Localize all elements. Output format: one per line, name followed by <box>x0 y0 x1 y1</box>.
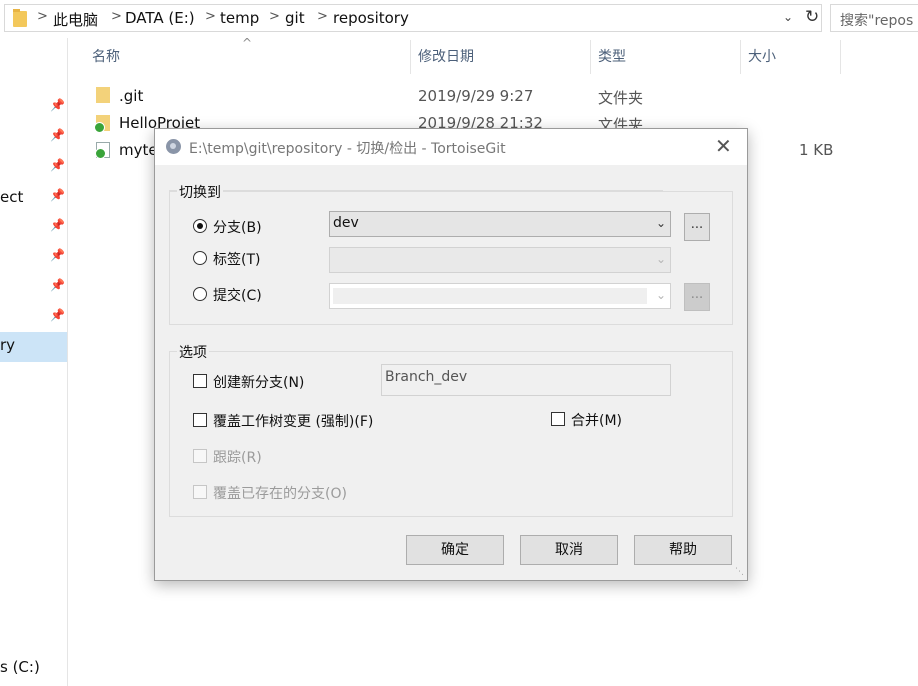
commit-browse-button[interactable]: ... <box>684 283 710 311</box>
file-name[interactable]: myte <box>119 141 158 159</box>
close-icon[interactable]: ✕ <box>715 134 732 158</box>
group-divider <box>169 190 663 191</box>
switch-to-label: 切换到 <box>177 182 223 202</box>
git-file-icon <box>95 142 110 159</box>
tag-radio[interactable] <box>193 251 207 265</box>
folder-icon <box>13 9 27 27</box>
branch-radio[interactable] <box>193 219 207 233</box>
folder-icon <box>96 87 110 103</box>
dialog-title: E:\temp\git\repository - 切换/检出 - Tortois… <box>189 141 506 157</box>
pin-icon: 📌 <box>50 308 65 322</box>
breadcrumb-git[interactable]: git <box>285 9 305 27</box>
pin-icon: 📌 <box>50 188 65 202</box>
git-folder-icon <box>94 115 110 133</box>
merge-label[interactable]: 合并(M) <box>571 410 622 430</box>
nav-item-drive-c[interactable]: s (C:) <box>0 658 40 676</box>
tortoisegit-icon <box>166 139 181 154</box>
chevron-down-icon: ⌄ <box>655 288 666 302</box>
search-placeholder: 搜索"repos <box>840 13 914 29</box>
nav-item-repository[interactable]: ry <box>0 336 15 354</box>
refresh-icon[interactable]: ↻ <box>805 7 819 27</box>
address-bar-area: > 此电脑 > DATA (E:) > temp > git > reposit… <box>0 0 918 38</box>
branch-select-value: dev <box>333 215 359 231</box>
branch-select[interactable]: dev ⌄ <box>329 211 671 237</box>
git-status-overlay-icon <box>95 148 106 159</box>
chevron-down-icon: ⌄ <box>655 252 666 266</box>
navigation-pane: 📌 📌 📌 📌 📌 📌 📌 📌 ect ry s (C:) <box>0 38 68 686</box>
dialog-title-bar[interactable]: E:\temp\git\repository - 切换/检出 - Tortois… <box>155 129 747 165</box>
file-date: 2019/9/29 9:27 <box>418 87 534 105</box>
options-label: 选项 <box>177 342 209 362</box>
chevron-right-icon[interactable]: > <box>37 9 48 24</box>
breadcrumb-repository[interactable]: repository <box>333 9 409 27</box>
override-branch-label: 覆盖已存在的分支(O) <box>213 486 347 502</box>
pin-icon: 📌 <box>50 158 65 172</box>
ok-button[interactable]: 确定 <box>406 535 504 565</box>
override-changes-checkbox[interactable] <box>193 413 207 427</box>
chevron-right-icon[interactable]: > <box>269 9 280 24</box>
pin-icon: 📌 <box>50 98 65 112</box>
commit-radio[interactable] <box>193 287 207 301</box>
override-changes-label[interactable]: 覆盖工作树变更 (强制)(F) <box>213 411 373 431</box>
cancel-button[interactable]: 取消 <box>520 535 618 565</box>
breadcrumb-temp[interactable]: temp <box>220 9 259 27</box>
switch-checkout-dialog: E:\temp\git\repository - 切换/检出 - Tortois… <box>154 128 748 581</box>
nav-item-project[interactable]: ect <box>0 188 23 206</box>
commit-select[interactable]: ⌄ <box>329 283 671 309</box>
tag-select[interactable]: ⌄ <box>329 247 671 273</box>
track-checkbox[interactable] <box>193 449 207 463</box>
chevron-down-icon[interactable]: ⌄ <box>783 10 793 24</box>
chevron-right-icon[interactable]: > <box>111 9 122 24</box>
create-branch-label[interactable]: 创建新分支(N) <box>213 372 304 392</box>
create-branch-checkbox[interactable] <box>193 374 207 388</box>
search-input[interactable]: 搜索"repos <box>830 4 918 32</box>
pin-icon: 📌 <box>50 218 65 232</box>
git-status-overlay-icon <box>94 122 105 133</box>
column-header-size[interactable]: 大小 <box>748 46 776 66</box>
pin-icon: 📌 <box>50 278 65 292</box>
file-type: 文件夹 <box>598 89 644 107</box>
column-header-type[interactable]: 类型 <box>598 46 626 66</box>
nav-item-selected[interactable]: ry <box>0 332 67 362</box>
pin-icon: 📌 <box>50 128 65 142</box>
column-divider[interactable] <box>740 40 741 74</box>
merge-checkbox[interactable] <box>551 412 565 426</box>
file-size: 1 KB <box>799 141 834 159</box>
column-divider[interactable] <box>410 40 411 74</box>
breadcrumb-this-pc[interactable]: 此电脑 <box>53 9 98 30</box>
column-divider[interactable] <box>590 40 591 74</box>
pin-icon: 📌 <box>50 248 65 262</box>
branch-browse-button[interactable]: ... <box>684 213 710 241</box>
branch-radio-label[interactable]: 分支(B) <box>213 217 262 237</box>
override-branch-checkbox[interactable] <box>193 485 207 499</box>
sort-up-icon: ^ <box>242 36 253 50</box>
address-bar[interactable]: > 此电脑 > DATA (E:) > temp > git > reposit… <box>4 4 822 32</box>
commit-input[interactable] <box>333 288 647 304</box>
commit-radio-label[interactable]: 提交(C) <box>213 285 262 305</box>
breadcrumb-drive[interactable]: DATA (E:) <box>125 9 195 27</box>
new-branch-name-value: Branch_dev <box>385 369 468 385</box>
tag-radio-label[interactable]: 标签(T) <box>213 249 260 269</box>
chevron-down-icon: ⌄ <box>655 216 666 230</box>
help-button[interactable]: 帮助 <box>634 535 732 565</box>
column-divider[interactable] <box>840 40 841 74</box>
column-header-name[interactable]: 名称 <box>92 46 120 66</box>
new-branch-name-input[interactable]: Branch_dev <box>381 364 671 396</box>
column-header-date[interactable]: 修改日期 <box>418 46 474 66</box>
resize-grip-icon[interactable]: ⋱ <box>735 567 744 577</box>
track-label: 跟踪(R) <box>213 450 262 466</box>
file-name[interactable]: .git <box>119 87 143 105</box>
chevron-right-icon[interactable]: > <box>317 9 328 24</box>
chevron-right-icon[interactable]: > <box>205 9 216 24</box>
